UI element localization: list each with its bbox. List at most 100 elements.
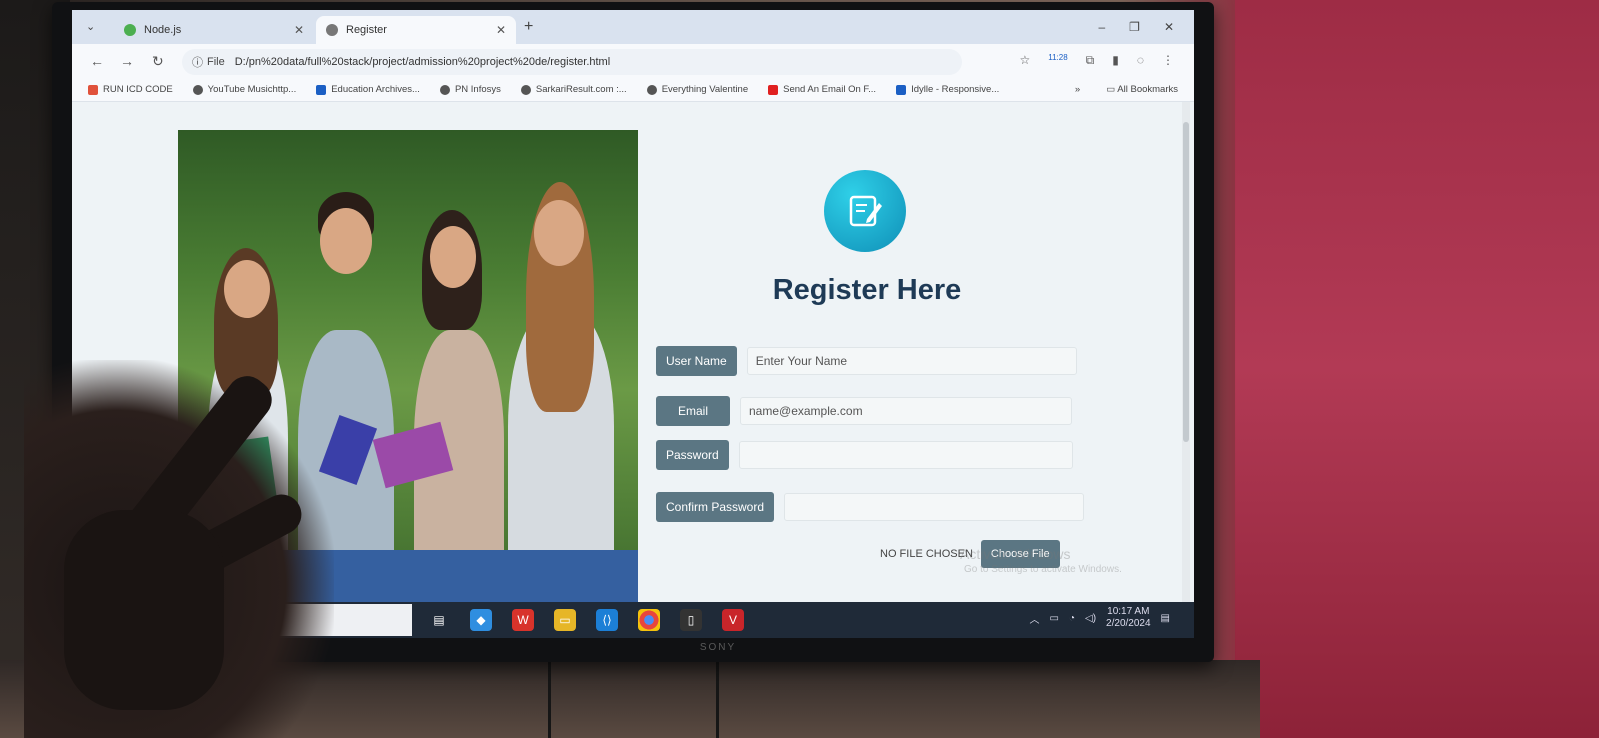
password-input[interactable] [738,441,1073,469]
new-tab-button[interactable]: + [524,18,533,36]
bookmark-icon [88,84,98,95]
url-text: D:/pn%20data/full%20stack/project/admiss… [234,56,611,68]
network-icon[interactable]: ◔ [1069,613,1075,624]
tab-label: Register [346,24,387,36]
search-placeholder: Type here to search [134,613,241,627]
tab-strip: ⌄ Node.js ✕ Register ✕ + – ❐ ✕ [72,10,1194,44]
window-controls: – ❐ ✕ [1098,20,1174,34]
notifications-icon[interactable]: ▤ [1161,613,1170,624]
app-icon[interactable]: V [722,609,744,631]
close-window-icon[interactable]: ✕ [1164,20,1174,34]
all-bookmarks[interactable]: ▭ All Bookmarks [1106,84,1178,95]
bookmark-item[interactable]: RUN ICD CODE [88,84,173,95]
toolbar: ← → ↻ ⓘ File D:/pn%20data/full%20stack/p… [72,44,1194,78]
username-input[interactable]: Enter Your Name [746,347,1077,375]
profile-time[interactable]: 11:28 [1048,53,1067,68]
bookmark-label: Everything Valentine [661,84,749,95]
password-label: Password [656,440,729,470]
username-label: User Name [656,346,737,376]
bookmark-star-icon[interactable]: ☆ [1019,53,1030,68]
restore-icon[interactable]: ❐ [1129,20,1140,34]
back-icon[interactable]: ← [90,53,104,69]
confirm-password-input[interactable] [784,493,1085,521]
nodejs-icon [124,24,136,36]
info-icon: ⓘ [192,57,203,69]
bookmark-icon [896,84,907,95]
clock-date: 2/20/2024 [1106,618,1151,629]
sidepanel-icon[interactable]: ▮ [1112,53,1119,68]
username-row: User Name Enter Your Name [656,346,1077,376]
bookmark-item[interactable]: Everything Valentine [646,84,749,95]
tab-nodejs[interactable]: Node.js ✕ [114,16,314,44]
toolbar-actions: ☆ 11:28 ⧉ ▮ ◌ ⋮ [1019,53,1174,68]
register-form: Register Here User Name Enter Your Name … [642,102,1182,602]
edit-document-icon [824,170,906,252]
bookmarks-overflow[interactable]: » [1075,84,1080,95]
students-photo [178,130,638,602]
close-icon[interactable]: ✕ [496,23,506,37]
cable [716,660,719,738]
page-content: Register Here User Name Enter Your Name … [72,102,1194,602]
minimize-icon[interactable]: – [1098,20,1105,34]
page-title: Register Here [772,274,962,306]
globe-icon [646,84,657,95]
email-input[interactable]: name@example.com [740,397,1072,425]
tv-brand-logo: SONY [699,642,737,653]
account-icon[interactable]: ◌ [1137,53,1144,68]
bookmark-item[interactable]: YouTube Musichttp... [192,84,297,95]
reload-icon[interactable]: ↻ [152,53,164,70]
wall-right [1235,0,1599,738]
email-row: Email name@example.com [656,396,1072,426]
extensions-icon[interactable]: ⧉ [1086,53,1095,68]
taskbar-search[interactable]: ⌕ Type here to search [106,604,412,636]
activate-windows-subtitle: Go to Settings to activate Windows. [964,564,1122,575]
vscode-icon[interactable]: ⟨⟩ [596,609,618,631]
battery-icon[interactable]: ▭ [1050,613,1059,624]
system-tray: ︿ ▭ ◔ ◁) 10:17 AM 2/20/2024 ▤ [1030,606,1170,630]
tab-search-icon[interactable]: ⌄ [86,20,95,33]
scheme-label: File [207,56,225,68]
bookmark-item[interactable]: Idylle - Responsive... [896,84,999,95]
clock[interactable]: 10:17 AM 2/20/2024 [1106,606,1151,630]
bookmarks-bar: RUN ICD CODE YouTube Musichttp... Educat… [72,78,1194,102]
password-row: Password [656,440,1073,470]
bookmark-label: Send An Email On F... [783,84,877,95]
taskbar-apps: ▤ ◆ W ▭ ⟨⟩ ▯ V [428,609,744,631]
bookmark-label: Idylle - Responsive... [911,84,1000,95]
menu-icon[interactable]: ⋮ [1162,53,1174,68]
close-icon[interactable]: ✕ [294,23,304,37]
monitor-screen: ⌄ Node.js ✕ Register ✕ + – ❐ ✕ ← → ↻ ⓘ F… [72,10,1194,638]
terminal-icon[interactable]: ▯ [680,609,702,631]
clock-time: 10:17 AM [1107,606,1150,617]
bookmark-item[interactable]: PN Infosys [439,84,501,95]
scrollbar-thumb[interactable] [1183,122,1189,442]
bookmark-label: PN Infosys [454,84,501,95]
confirm-password-label: Confirm Password [656,492,775,522]
bookmark-label: YouTube Musichttp... [207,84,297,95]
bookmark-label: Education Archives... [331,84,420,95]
chrome-icon[interactable] [638,609,660,631]
chevron-up-icon[interactable]: ︿ [1030,611,1040,626]
windows-start-icon[interactable]: ⊞ [72,602,102,638]
wps-office-icon[interactable]: W [512,609,534,631]
cable [548,660,551,738]
page-scrollbar[interactable] [1182,102,1190,602]
bookmark-item[interactable]: Education Archives... [316,84,420,95]
volume-icon[interactable]: ◁) [1085,613,1096,624]
site-info[interactable]: ⓘ File [192,54,225,70]
file-explorer-icon[interactable]: ▭ [554,609,576,631]
task-view-icon[interactable]: ▤ [428,609,450,631]
bookmark-item[interactable]: SarkariResult.com :... [520,84,627,95]
bookmark-label: SarkariResult.com :... [535,84,627,95]
globe-icon [520,84,531,95]
search-icon: ⌕ [118,612,125,627]
bookmark-label: RUN ICD CODE [103,84,173,95]
bookmark-item[interactable]: Send An Email On F... [768,84,876,95]
youtube-icon [768,84,779,95]
wall-bottom [0,660,1260,738]
globe-icon [439,84,450,95]
store-icon[interactable]: ◆ [470,609,492,631]
forward-icon[interactable]: → [120,53,134,69]
address-bar[interactable]: ⓘ File D:/pn%20data/full%20stack/project… [182,49,962,75]
tab-register[interactable]: Register ✕ [316,16,516,44]
